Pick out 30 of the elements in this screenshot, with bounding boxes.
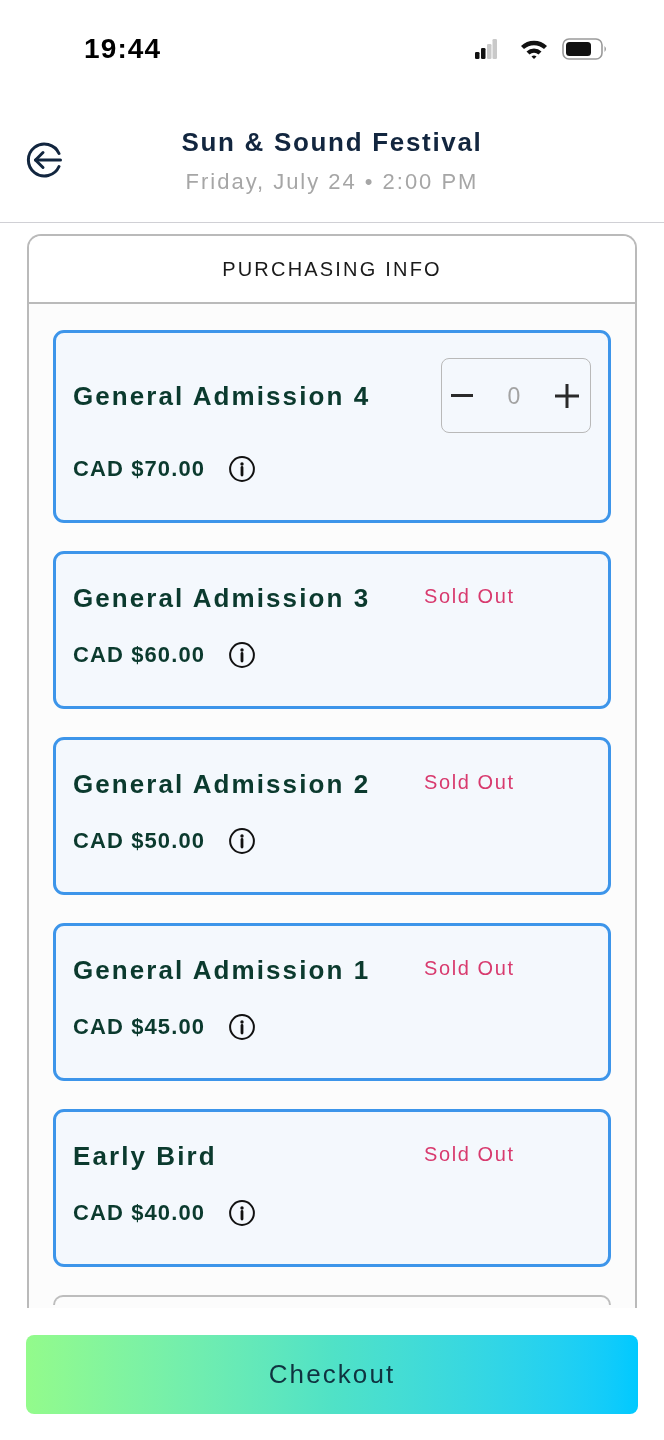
ticket-name: General Admission 3 [73, 582, 372, 614]
wifi-icon [520, 39, 548, 59]
ticket-price: CAD $40.00 [73, 1199, 206, 1227]
sold-out-label: Sold Out [424, 585, 515, 607]
status-time: 19:44 [84, 32, 162, 66]
event-date: Friday, July 24 • 2:00 PM [185, 167, 479, 196]
ticket-price: CAD $50.00 [73, 827, 206, 855]
ticket-price: CAD $60.00 [73, 641, 206, 669]
ticket-name: General Admission 4 [73, 379, 372, 412]
info-icon[interactable] [229, 1200, 256, 1226]
signal-icon [475, 39, 497, 59]
quantity-value: 0 [507, 381, 521, 411]
info-icon[interactable] [229, 828, 256, 854]
checkout-button[interactable]: Checkout [26, 1335, 638, 1414]
sold-out-label: Sold Out [424, 957, 515, 979]
back-button[interactable] [26, 142, 62, 178]
plus-icon[interactable] [555, 383, 579, 408]
info-icon[interactable] [229, 642, 256, 668]
info-icon[interactable] [229, 456, 256, 482]
sold-out-label: Sold Out [424, 1143, 515, 1165]
ticket-name: General Admission 2 [73, 768, 372, 800]
ticket-name: Early Bird [73, 1140, 218, 1172]
sold-out-label: Sold Out [424, 771, 515, 793]
ticket-price: CAD $45.00 [73, 1013, 206, 1041]
battery-icon [562, 38, 608, 60]
info-icon[interactable] [229, 1014, 256, 1040]
ticket-price: CAD $70.00 [73, 455, 206, 483]
panel-title: PURCHASING INFO [222, 257, 442, 282]
event-title: Sun & Sound Festival [181, 125, 483, 158]
ticket-name: General Admission 1 [73, 954, 372, 986]
